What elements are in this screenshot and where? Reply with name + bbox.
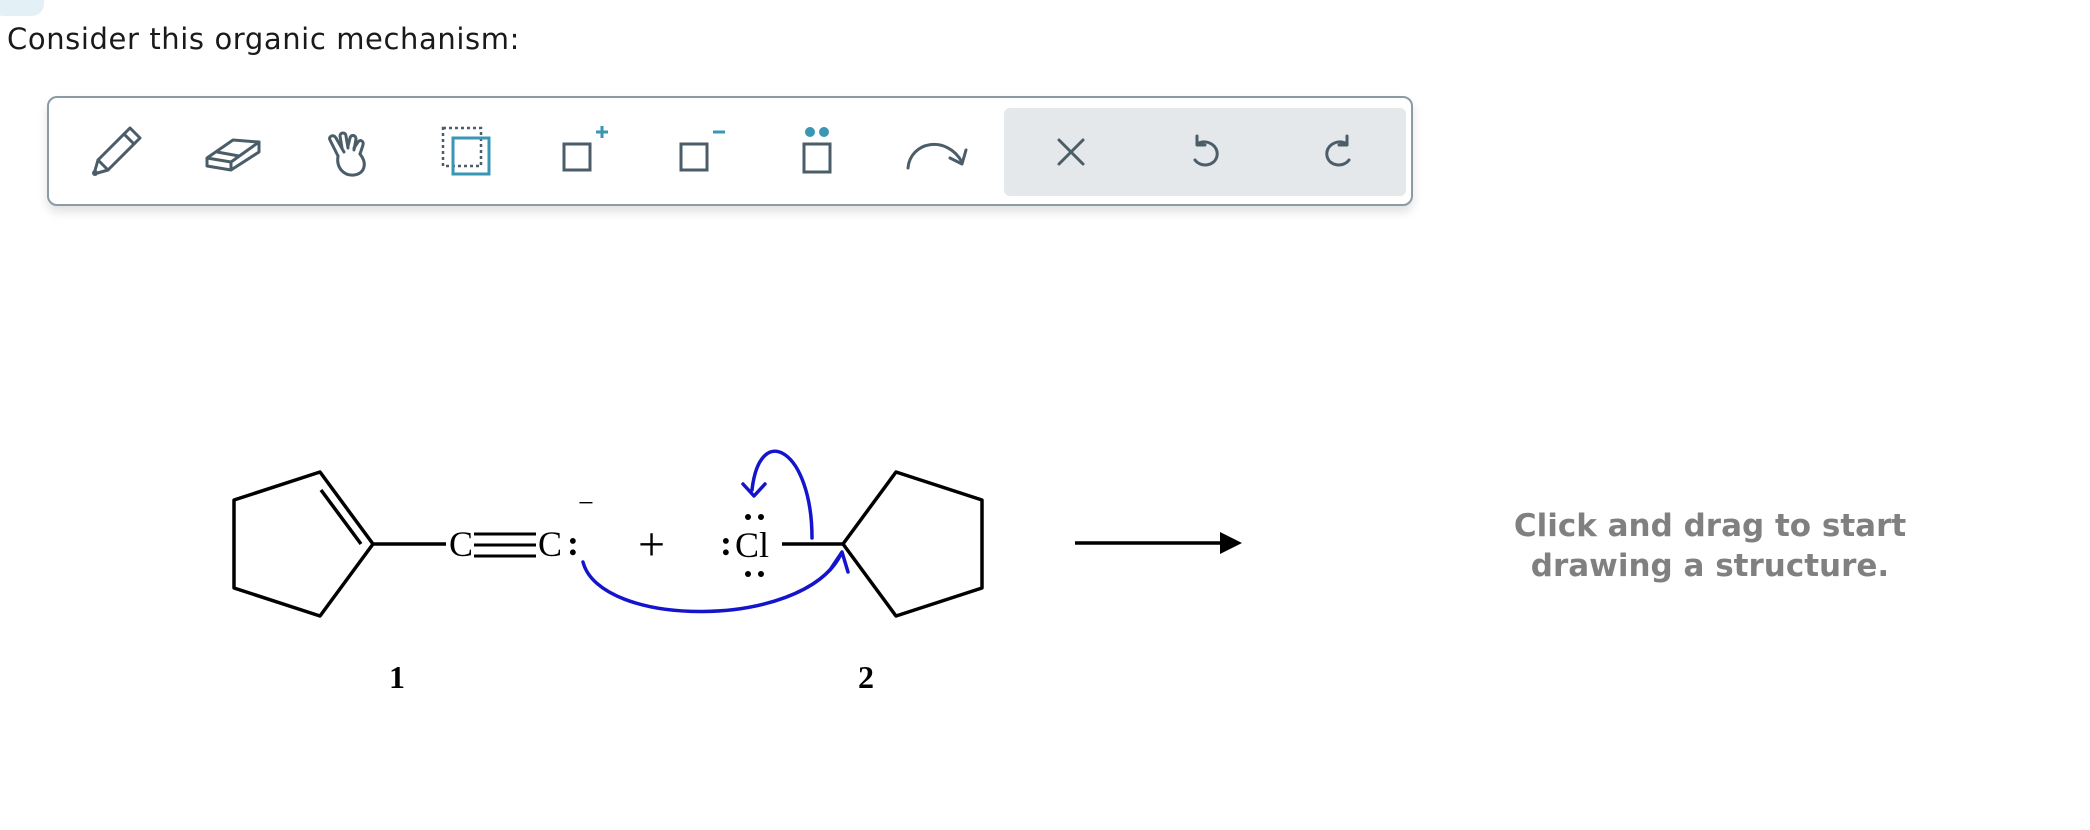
atom-carbon-left: C (449, 524, 473, 564)
compound-label-1: 1 (389, 659, 405, 695)
cyclopentene-ring (232, 470, 375, 618)
compound-label-2: 2 (858, 659, 874, 695)
chlorine-lone-pair-left: : (720, 523, 732, 563)
electron-flow-arrows (581, 449, 850, 614)
carbanion-lone-pair: : (567, 523, 579, 563)
atom-chlorine: Cl (735, 525, 769, 565)
mechanism-scene: C C : − + : Cl 1 2 (232, 449, 1242, 695)
cyclopentane-ring (841, 470, 984, 618)
drawing-canvas-hint[interactable]: Click and drag to start drawing a struct… (1450, 506, 1970, 586)
atom-carbon-right: C (538, 524, 562, 564)
plus-sign: + (638, 518, 665, 571)
reaction-arrow (1075, 532, 1242, 554)
negative-charge: − (578, 488, 594, 519)
curved-arrow-attack (581, 554, 842, 614)
triple-bond (474, 532, 536, 558)
curved-arrow-attack-head (828, 550, 850, 574)
hint-line-2: drawing a structure. (1530, 548, 1890, 584)
hint-line-1: Click and drag to start (1513, 508, 1907, 544)
